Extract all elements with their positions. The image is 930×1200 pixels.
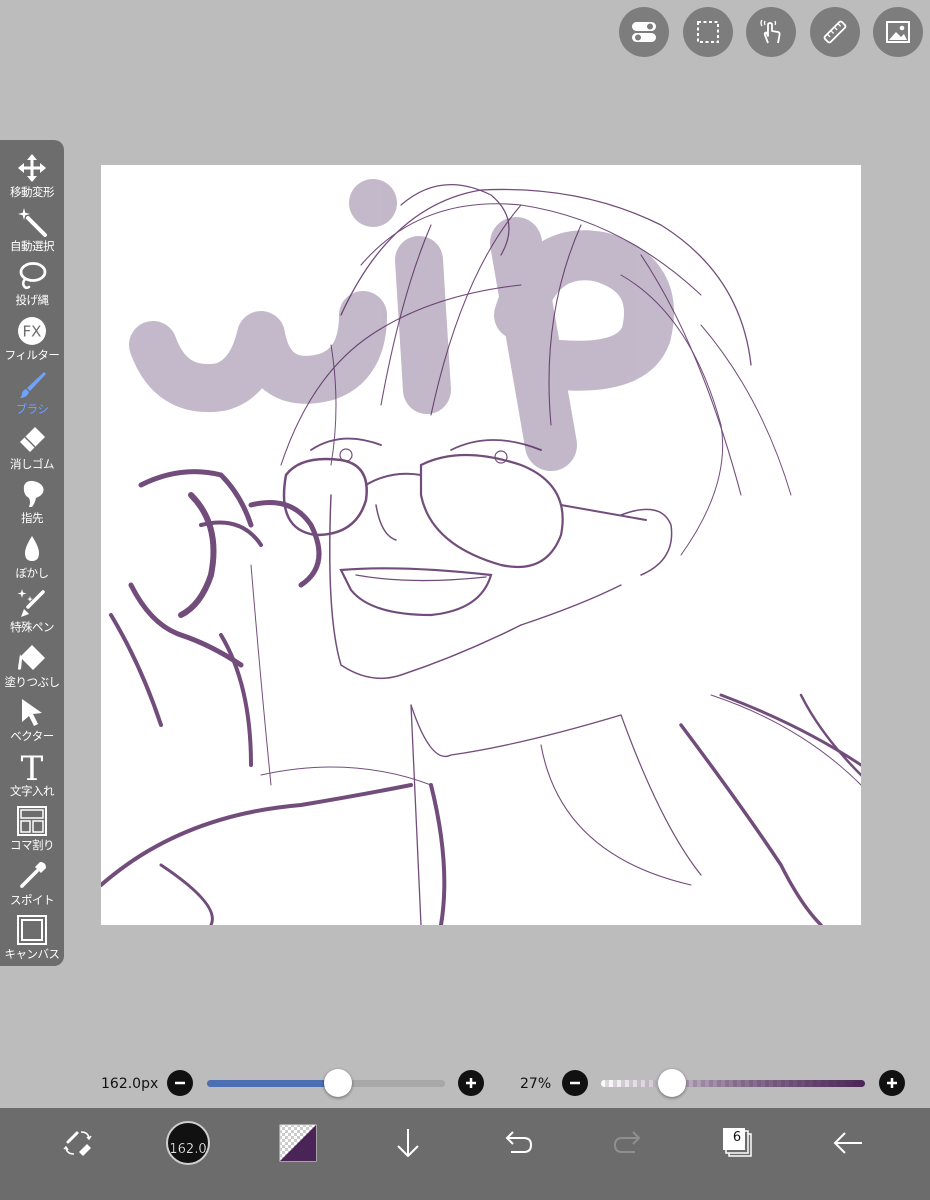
brush-size-knob[interactable] [323,1069,352,1097]
color-swatch-button[interactable] [268,1118,328,1168]
text-icon: T [21,751,44,783]
back-button[interactable] [818,1118,878,1168]
tool-label: キャンバス [4,947,61,961]
eyedropper-icon [20,862,46,888]
redo-icon [613,1131,641,1153]
brush-preview-label: 162.0 [169,1142,207,1157]
ruler-icon [823,20,847,44]
touch-gesture-icon [760,19,781,44]
tool-filter[interactable]: FX フィルター [0,313,64,367]
move-arrows-icon [18,154,46,182]
tool-frame[interactable]: コマ割り [0,803,64,857]
tool-blur[interactable]: ぼかし [0,531,64,585]
drawing-canvas[interactable] [101,165,861,925]
opacity-value: 27% [520,1076,552,1092]
tool-label: ブラシ [15,402,49,416]
sketch-lines [101,184,861,925]
tool-label: ベクター [10,729,54,743]
tool-label: 塗りつぶし [4,675,60,689]
swap-pen-eraser-button[interactable] [48,1118,108,1168]
image-button[interactable] [873,7,923,57]
svg-text:T: T [21,751,44,783]
opacity-knob[interactable] [658,1069,687,1097]
canvas-icon [17,915,47,945]
ruler-button[interactable] [810,7,860,57]
brush-size-increase-button[interactable] [458,1070,484,1096]
sparkle-pen-icon [17,589,45,617]
brush-size-value: 162.0px [101,1076,159,1092]
brush-icon [20,372,46,398]
tool-brush[interactable]: ブラシ [0,367,64,421]
tool-label: スポイト [10,893,55,907]
tool-vector[interactable]: ベクター [0,694,64,748]
fx-icon: FX [18,317,46,345]
tool-lasso[interactable]: 投げ縄 [0,258,64,312]
swap-pen-eraser-icon [63,1131,92,1156]
opacity-track[interactable] [601,1080,865,1087]
tool-finger[interactable]: 指先 [0,476,64,530]
undo-icon [505,1131,533,1153]
droplet-icon [25,536,39,561]
tool-canvas[interactable]: キャンバス [0,912,64,966]
tool-label: 移動変形 [10,185,55,199]
wip-watermark [129,179,674,471]
tool-label: フィルター [4,348,60,362]
download-icon [397,1129,419,1158]
finger-icon [23,480,44,507]
tool-label: 指先 [21,511,44,525]
tool-move[interactable]: 移動変形 [0,150,64,204]
minus-icon [570,1081,580,1085]
back-arrow-icon [833,1132,862,1154]
layer-count: 6 [732,1130,742,1145]
toggle-button[interactable] [619,7,669,57]
tool-label: コマ割り [10,838,55,852]
tool-label: 投げ縄 [15,293,50,307]
tool-label: 文字入れ [10,784,55,798]
tool-label: 特殊ペン [10,620,55,634]
redo-button[interactable] [598,1118,658,1168]
svg-text:FX: FX [23,323,42,341]
magic-wand-icon [18,208,47,237]
touch-gesture-button[interactable] [746,7,796,57]
panel-divider-icon [17,806,47,836]
bottom-toolbar [0,1108,930,1200]
tool-auto-select[interactable]: 自動選択 [0,204,64,258]
download-button[interactable] [378,1118,438,1168]
image-icon [886,21,910,43]
tool-palette: 移動変形 自動選択 投げ縄 FX フィルター ブラシ 消しゴム 指先 ぼかし 特… [0,140,64,966]
artwork-sketch [101,179,861,925]
tool-eyedropper[interactable]: スポイト [0,858,64,912]
minus-icon [175,1081,185,1085]
tool-special-pen[interactable]: 特殊ペン [0,585,64,639]
eraser-icon [20,427,45,452]
selection-icon [697,21,719,43]
tool-label: 自動選択 [10,239,55,253]
tool-label: ぼかし [15,566,50,580]
opacity-decrease-button[interactable] [562,1070,588,1096]
plus-icon [466,1078,476,1088]
brush-size-decrease-button[interactable] [167,1070,193,1096]
cursor-arrow-icon [22,699,42,726]
toggle-icon [632,22,656,42]
plus-icon [887,1078,897,1088]
tool-fill[interactable]: 塗りつぶし [0,640,64,694]
bucket-icon [18,645,45,670]
brush-size-fill [207,1080,338,1087]
color-swatch-icon [279,1124,317,1162]
undo-button[interactable] [488,1118,548,1168]
tool-text[interactable]: T 文字入れ [0,749,64,803]
tool-label: 消しゴム [10,457,55,471]
lasso-icon [19,262,47,290]
opacity-increase-button[interactable] [879,1070,905,1096]
selection-button[interactable] [683,7,733,57]
tool-eraser[interactable]: 消しゴム [0,422,64,476]
